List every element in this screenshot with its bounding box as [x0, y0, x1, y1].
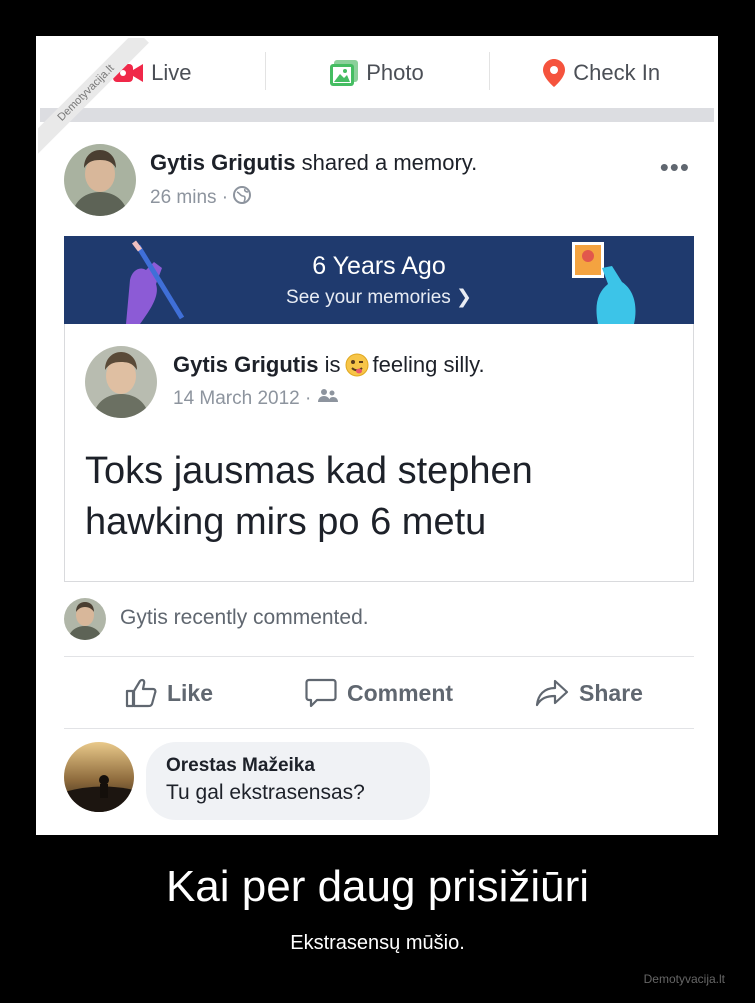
memory-post-meta: 14 March 2012 ·	[173, 388, 339, 410]
caption-subtitle: Ekstrasensų mūšio.	[290, 932, 465, 954]
commenter-avatar[interactable]	[64, 742, 134, 812]
post-author-name[interactable]: Gytis Grigutis	[150, 150, 295, 175]
image-frame: Demotyvacija.lt Live Photo Check In Gyti…	[36, 36, 718, 835]
memory-post-is: is	[324, 352, 341, 377]
photo-icon	[330, 60, 359, 86]
recent-commenter-avatar[interactable]	[64, 598, 106, 640]
screenshot: Demotyvacija.lt Live Photo Check In Gyti…	[38, 38, 714, 831]
photo-button[interactable]: Photo	[264, 40, 490, 106]
thumbs-up-icon	[125, 678, 157, 708]
divider	[64, 656, 694, 657]
share-label: Share	[579, 679, 643, 706]
location-pin-icon	[543, 59, 566, 87]
friends-audience-icon	[317, 388, 339, 410]
more-options-button[interactable]: •••	[660, 152, 690, 183]
commenter-name[interactable]: Orestas Mažeika	[166, 755, 410, 777]
globe-icon	[233, 186, 252, 210]
avatar[interactable]	[64, 144, 136, 216]
memory-post-card[interactable]: Gytis Grigutis is feeling silly. 14 Marc…	[64, 324, 694, 582]
recently-commented-link[interactable]: Gytis recently commented.	[120, 606, 369, 630]
post-action-text: shared a memory.	[301, 150, 478, 175]
comment-bubble[interactable]: Orestas Mažeika Tu gal ekstrasensas?	[146, 742, 430, 820]
post-meta: 26 mins ·	[150, 186, 252, 210]
photo-label: Photo	[366, 60, 424, 85]
silly-emoji-icon	[345, 353, 369, 377]
memory-post-text: Toks jausmas kad stephen hawking mirs po…	[85, 450, 533, 543]
memory-post-feeling: feeling silly.	[372, 352, 485, 377]
comment-label: Comment	[346, 679, 454, 706]
caption-title: Kai per daug prisižiūri	[165, 862, 590, 911]
chevron-right-icon: ❯	[456, 287, 472, 308]
share-button[interactable]: Share	[484, 660, 694, 726]
comment-bubble-icon	[305, 678, 337, 708]
share-arrow-icon	[535, 679, 569, 707]
check-in-button[interactable]: Check In	[489, 40, 714, 106]
site-brand[interactable]: Demotyvacija.lt	[644, 972, 725, 986]
live-label: Live	[151, 60, 192, 85]
memory-post-header: Gytis Grigutis is feeling silly.	[173, 352, 485, 378]
like-label: Like	[166, 679, 214, 706]
comment-button[interactable]: Comment	[274, 660, 484, 726]
post-header-text: Gytis Grigutis shared a memory.	[150, 150, 477, 176]
comment-text: Tu gal ekstrasensas?	[166, 781, 365, 804]
check-in-label: Check In	[573, 60, 661, 85]
memory-post-avatar[interactable]	[85, 346, 157, 418]
divider	[64, 728, 694, 729]
memory-banner[interactable]: 6 Years Ago See your memories ❯	[64, 236, 694, 324]
memory-post-author[interactable]: Gytis Grigutis	[173, 352, 318, 378]
feed-separator	[40, 108, 714, 122]
memory-post-date[interactable]: 14 March 2012	[173, 388, 300, 410]
like-button[interactable]: Like	[64, 660, 274, 726]
post-time[interactable]: 26 mins	[150, 187, 217, 209]
hand-photo-icon	[572, 242, 636, 324]
post-actions: Like Comment Share	[64, 660, 694, 726]
